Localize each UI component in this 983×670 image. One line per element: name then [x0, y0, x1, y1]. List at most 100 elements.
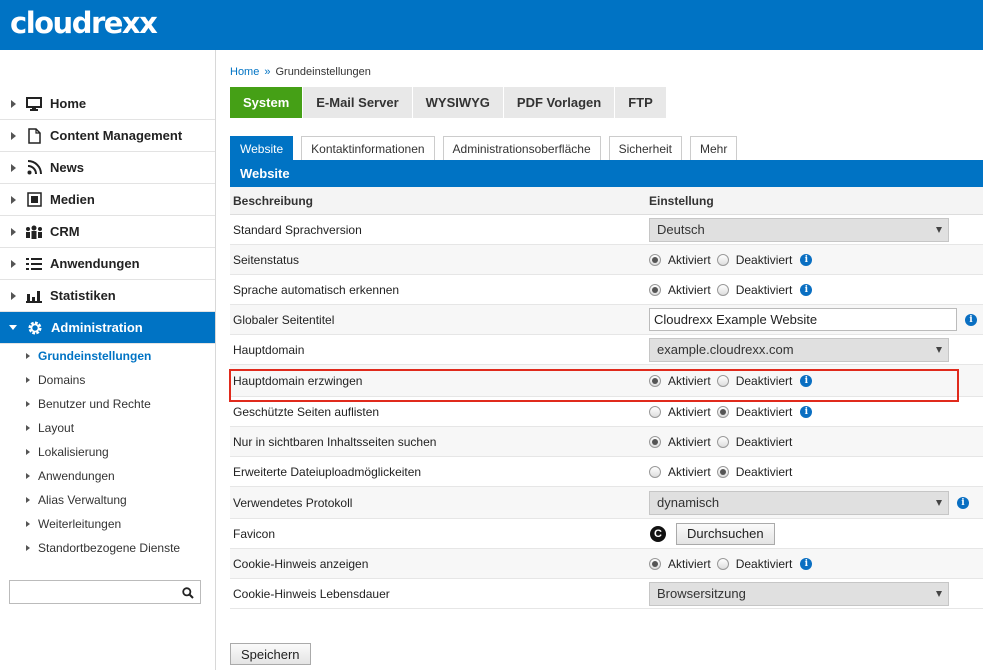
breadcrumb-home-link[interactable]: Home	[230, 66, 259, 78]
row-label: Sprache automatisch erkennen	[233, 282, 400, 297]
submenu-item-standortbezogene-dienste[interactable]: Standortbezogene Dienste	[0, 536, 215, 560]
row-label: Nur in sichtbaren Inhaltsseiten suchen	[233, 434, 437, 449]
site-title-input[interactable]: Cloudrexx Example Website	[649, 308, 957, 331]
submenu-item-layout[interactable]: Layout	[0, 416, 215, 440]
radio-deaktiviert[interactable]	[716, 283, 729, 296]
arrow-icon	[26, 449, 30, 455]
column-header-einstellung: Einstellung	[649, 193, 714, 208]
expand-arrow-icon[interactable]	[11, 131, 16, 140]
radio-deaktiviert[interactable]	[716, 465, 729, 478]
row-label: Hauptdomain	[233, 342, 305, 357]
sidebar-nav: Home Content Management News Medien CRM …	[0, 88, 215, 560]
browse-button[interactable]: Durchsuchen	[676, 522, 775, 545]
sidebar-item-label: Administration	[51, 320, 143, 335]
row-label: Cookie-Hinweis Lebensdauer	[233, 586, 390, 601]
radio-deaktiviert[interactable]	[716, 557, 729, 570]
expand-arrow-icon[interactable]	[11, 259, 16, 268]
submenu-label: Grundeinstellungen	[38, 349, 152, 363]
sidebar-item-news[interactable]: News	[0, 152, 215, 184]
expand-arrow-icon[interactable]	[11, 99, 16, 108]
radio-aktiviert[interactable]	[649, 405, 661, 418]
search-icon[interactable]	[182, 586, 194, 604]
table-header: Beschreibung Einstellung	[230, 187, 983, 215]
breadcrumb-separator: »	[264, 66, 271, 78]
chevron-down-icon	[936, 226, 942, 233]
info-icon[interactable]: i	[800, 253, 813, 266]
sidebar-item-statistiken[interactable]: Statistiken	[0, 280, 215, 312]
submenu-label: Anwendungen	[38, 469, 115, 483]
sidebar-item-label: News	[50, 160, 84, 175]
radio-aktiviert[interactable]	[649, 557, 661, 570]
media-icon	[25, 192, 43, 208]
info-icon[interactable]: i	[800, 405, 813, 418]
radio-label: Aktiviert	[668, 252, 711, 267]
tab-email-server[interactable]: E-Mail Server	[303, 87, 413, 118]
cloudrexx-logo[interactable]: cloudrexx	[10, 6, 158, 40]
tab-wysiwyg[interactable]: WYSIWYG	[412, 87, 504, 118]
submenu-item-alias-verwaltung[interactable]: Alias Verwaltung	[0, 488, 215, 512]
collapse-arrow-icon[interactable]	[9, 325, 17, 330]
expand-arrow-icon[interactable]	[11, 163, 16, 172]
radio-aktiviert[interactable]	[649, 465, 661, 478]
submenu-item-weiterleitungen[interactable]: Weiterleitungen	[0, 512, 215, 536]
sidebar-item-medien[interactable]: Medien	[0, 184, 215, 216]
highlight-box	[229, 369, 959, 402]
subtab-sicherheit[interactable]: Sicherheit	[608, 136, 682, 160]
radio-deaktiviert[interactable]	[716, 435, 729, 448]
document-icon	[25, 127, 43, 144]
submenu-item-grundeinstellungen[interactable]: Grundeinstellungen	[0, 344, 215, 368]
radio-deaktiviert[interactable]	[716, 253, 729, 266]
subtab-kontaktinformationen[interactable]: Kontaktinformationen	[301, 136, 435, 160]
expand-arrow-icon[interactable]	[11, 195, 16, 204]
radio-label: Aktiviert	[668, 434, 711, 449]
cookie-lifetime-select[interactable]: Browsersitzung	[649, 581, 949, 606]
submenu-item-lokalisierung[interactable]: Lokalisierung	[0, 440, 215, 464]
sidebar-item-content-management[interactable]: Content Management	[0, 120, 215, 152]
submenu-item-anwendungen[interactable]: Anwendungen	[0, 464, 215, 488]
info-icon[interactable]: i	[957, 496, 969, 509]
expand-arrow-icon[interactable]	[11, 291, 16, 300]
info-icon[interactable]: i	[965, 313, 977, 326]
protocol-select[interactable]: dynamisch	[649, 490, 949, 515]
radio-aktiviert[interactable]	[649, 435, 661, 448]
table-row: Cookie-Hinweis anzeigen Aktiviert Deakti…	[230, 549, 983, 579]
gear-icon	[26, 320, 44, 336]
table-row: Standard Sprachversion Deutsch	[230, 215, 983, 245]
subtab-website[interactable]: Website	[230, 136, 294, 160]
tab-ftp[interactable]: FTP	[615, 87, 667, 118]
radio-deaktiviert[interactable]	[716, 405, 729, 418]
arrow-icon	[26, 521, 30, 527]
search-input[interactable]	[10, 581, 175, 603]
table-row: Verwendetes Protokoll dynamisch i	[230, 487, 983, 519]
radio-label: Deaktiviert	[735, 434, 793, 449]
expand-arrow-icon[interactable]	[11, 227, 16, 236]
monitor-icon	[25, 96, 43, 112]
table-row: Hauptdomain example.cloudrexx.com	[230, 335, 983, 365]
radio-aktiviert[interactable]	[649, 253, 661, 266]
sidebar-item-crm[interactable]: CRM	[0, 216, 215, 248]
radio-label: Deaktiviert	[735, 404, 793, 419]
submenu-item-domains[interactable]: Domains	[0, 368, 215, 392]
administration-submenu: Grundeinstellungen Domains Benutzer und …	[0, 344, 215, 560]
breadcrumb-current: Grundeinstellungen	[275, 66, 371, 78]
table-row: Nur in sichtbaren Inhaltsseiten suchen A…	[230, 427, 983, 457]
info-icon[interactable]: i	[800, 557, 813, 570]
radio-aktiviert[interactable]	[649, 283, 661, 296]
tab-pdf-vorlagen[interactable]: PDF Vorlagen	[503, 87, 616, 118]
radio-label: Aktiviert	[668, 556, 711, 571]
submenu-item-benutzer-und-rechte[interactable]: Benutzer und Rechte	[0, 392, 215, 416]
subtab-mehr[interactable]: Mehr	[690, 136, 738, 160]
sidebar-item-anwendungen[interactable]: Anwendungen	[0, 248, 215, 280]
tab-system[interactable]: System	[230, 87, 304, 118]
save-button[interactable]: Speichern	[230, 643, 311, 665]
sidebar-item-label: Medien	[50, 192, 95, 207]
main-domain-select[interactable]: example.cloudrexx.com	[649, 337, 949, 362]
sidebar-item-home[interactable]: Home	[0, 88, 215, 120]
submenu-label: Alias Verwaltung	[38, 493, 127, 507]
favicon-preview-icon: C	[650, 525, 666, 542]
save-area: Speichern	[230, 643, 311, 665]
language-select[interactable]: Deutsch	[649, 217, 949, 242]
subtab-administrationsoberflaeche[interactable]: Administrationsoberfläche	[442, 136, 601, 160]
sidebar-item-administration[interactable]: Administration	[0, 312, 215, 344]
info-icon[interactable]: i	[800, 283, 813, 296]
